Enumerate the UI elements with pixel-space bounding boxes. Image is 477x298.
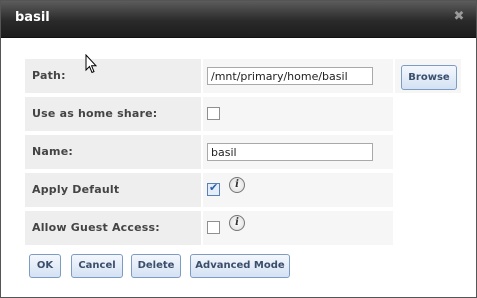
mouse-cursor-icon [85, 54, 97, 74]
dialog-titlebar[interactable]: basil ✖ [1, 1, 476, 38]
default-permissions-checkbox[interactable]: ✔ [207, 181, 220, 196]
guest-access-field-cell: i [203, 211, 393, 245]
path-label: Path: [25, 59, 201, 93]
browse-button[interactable]: Browse [401, 65, 457, 90]
default-permissions-row: Apply Default Permissions: ✔ i [25, 173, 461, 230]
guest-access-row: Allow Guest Access: i [25, 211, 461, 245]
home-share-row: Use as home share: [25, 97, 461, 131]
guest-access-label: Allow Guest Access: [25, 211, 201, 245]
dialog-content: Path: Browse Use as home share: Name: Ap… [7, 38, 470, 291]
info-icon[interactable]: i [229, 177, 245, 193]
name-label: Name: [25, 135, 201, 169]
ok-button[interactable]: OK [29, 254, 61, 278]
guest-access-checkbox[interactable] [207, 221, 220, 234]
home-share-checkbox[interactable] [207, 107, 220, 120]
name-field-cell [203, 135, 393, 169]
default-permissions-label: Apply Default Permissions: [25, 173, 201, 230]
home-share-label: Use as home share: [25, 97, 201, 131]
name-row: Name: [25, 135, 461, 169]
dialog-title: basil [15, 10, 50, 25]
name-input[interactable] [207, 143, 373, 161]
share-edit-dialog: basil ✖ Path: Browse Use as home share: … [0, 0, 477, 298]
path-field-cell [203, 59, 393, 93]
delete-button[interactable]: Delete [131, 254, 181, 278]
advanced-mode-button[interactable]: Advanced Mode [190, 254, 290, 278]
path-action-cell: Browse [395, 59, 461, 93]
default-permissions-field-cell: ✔ i [203, 173, 393, 207]
cancel-button[interactable]: Cancel [71, 254, 123, 278]
home-share-field-cell [203, 97, 393, 131]
info-icon[interactable]: i [229, 215, 245, 231]
path-input[interactable] [207, 67, 373, 85]
check-mark-icon: ✔ [209, 181, 219, 194]
close-icon[interactable]: ✖ [452, 10, 466, 24]
